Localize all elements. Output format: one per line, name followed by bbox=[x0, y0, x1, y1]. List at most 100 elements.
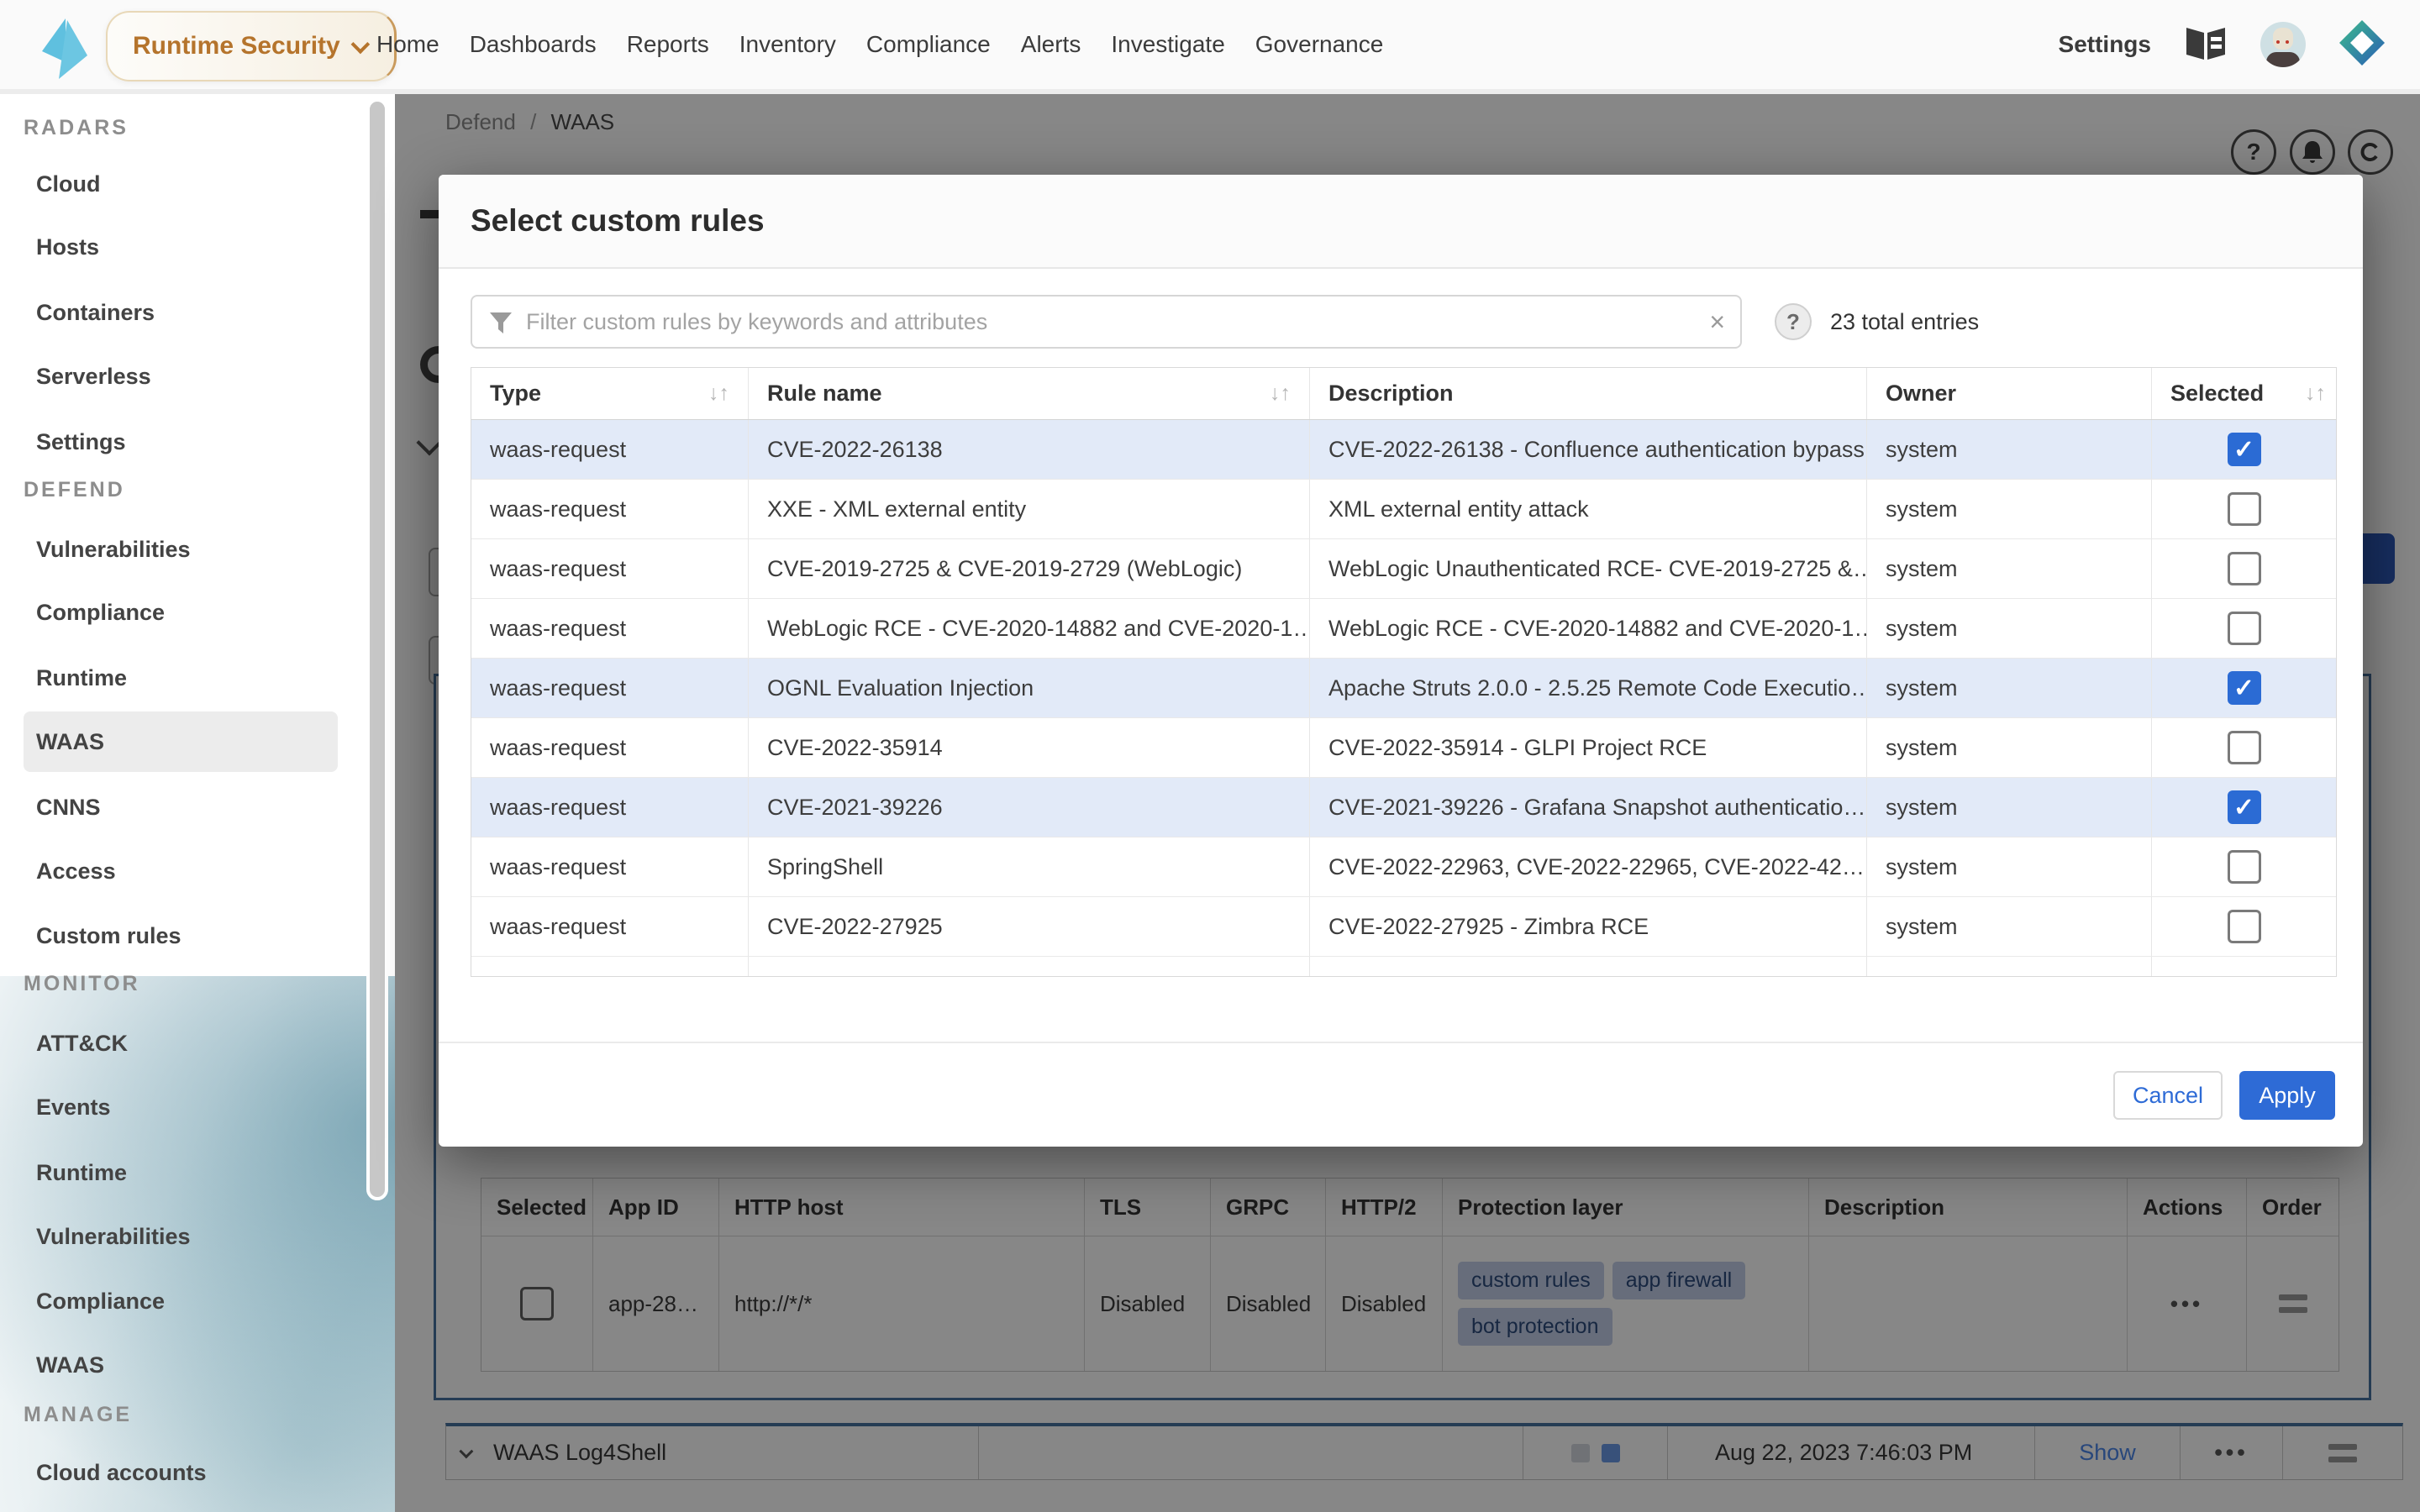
rule-row-5[interactable]: waas-request CVE-2022-35914 CVE-2022-359… bbox=[471, 718, 2336, 778]
sidebar-item-waas-monitor[interactable]: WAAS bbox=[36, 1348, 104, 1382]
nav-item-compliance[interactable]: Compliance bbox=[866, 31, 991, 58]
sidebar-section-manage: MANAGE bbox=[24, 1403, 132, 1427]
prisma-cloud-logo-icon[interactable] bbox=[2339, 20, 2385, 70]
rule-name-cell: SpringShell bbox=[749, 837, 1310, 896]
sidebar-item-cloud-accounts[interactable]: Cloud accounts bbox=[36, 1456, 207, 1489]
owner-cell: system bbox=[1867, 778, 2152, 837]
chevron-down-icon bbox=[350, 35, 370, 55]
sort-icon[interactable]: ↓↑ bbox=[2296, 381, 2326, 406]
apply-button[interactable]: Apply bbox=[2239, 1071, 2335, 1120]
description-cell bbox=[1310, 957, 1867, 977]
app-screen: Runtime Security Home Dashboards Reports… bbox=[0, 0, 2420, 1512]
rule-row-4[interactable]: waas-request OGNL Evaluation Injection A… bbox=[471, 659, 2336, 718]
owner-cell: system bbox=[1867, 420, 2152, 479]
sort-icon[interactable]: ↓↑ bbox=[700, 381, 729, 406]
rule-row-7[interactable]: waas-request SpringShell CVE-2022-22963,… bbox=[471, 837, 2336, 897]
row-checkbox-checked[interactable]: ✓ bbox=[2228, 671, 2261, 705]
description-cell: CVE-2022-22963, CVE-2022-22965, CVE-2022… bbox=[1310, 837, 1867, 896]
sidebar-item-waas-selected[interactable]: WAAS bbox=[24, 711, 338, 772]
settings-link[interactable]: Settings bbox=[2059, 31, 2151, 58]
row-checkbox-unchecked[interactable] bbox=[2228, 552, 2261, 585]
sidebar-section-radars: RADARS bbox=[24, 116, 129, 140]
type-cell: waas-request bbox=[471, 539, 749, 598]
rule-name-cell: CVE-2022-27925 bbox=[749, 897, 1310, 956]
rule-name-cell: OGNL Evaluation Injection bbox=[749, 659, 1310, 717]
row-checkbox-unchecked[interactable] bbox=[2228, 731, 2261, 764]
sidebar: RADARS Cloud Hosts Containers Serverless… bbox=[0, 94, 395, 1512]
sidebar-item-access[interactable]: Access bbox=[36, 854, 116, 888]
sidebar-item-runtime-monitor[interactable]: Runtime bbox=[36, 1156, 127, 1189]
nav-item-inventory[interactable]: Inventory bbox=[739, 31, 836, 58]
column-header-owner: Owner bbox=[1867, 368, 2152, 419]
sidebar-item-runtime[interactable]: Runtime bbox=[36, 661, 127, 695]
sort-icon[interactable]: ↓↑ bbox=[1261, 381, 1291, 406]
description-cell: WebLogic Unauthenticated RCE- CVE-2019-2… bbox=[1310, 539, 1867, 598]
sidebar-item-compliance[interactable]: Compliance bbox=[36, 596, 165, 629]
description-cell: CVE-2022-35914 - GLPI Project RCE bbox=[1310, 718, 1867, 777]
sidebar-item-settings[interactable]: Settings bbox=[36, 425, 126, 459]
row-checkbox-checked[interactable]: ✓ bbox=[2228, 790, 2261, 824]
rules-table-header-row: Type↓↑ Rule name↓↑ Description Owner Sel… bbox=[471, 368, 2336, 420]
type-cell: waas-request bbox=[471, 599, 749, 658]
rule-row-8[interactable]: waas-request CVE-2022-27925 CVE-2022-279… bbox=[471, 897, 2336, 957]
column-header-description: Description bbox=[1310, 368, 1867, 419]
sidebar-item-cnns[interactable]: CNNS bbox=[36, 790, 101, 824]
description-cell: XML external entity attack bbox=[1310, 480, 1867, 538]
rule-name-cell: CVE-2022-35914 bbox=[749, 718, 1310, 777]
sidebar-item-containers[interactable]: Containers bbox=[36, 296, 155, 329]
description-cell: WebLogic RCE - CVE-2020-14882 and CVE-20… bbox=[1310, 599, 1867, 658]
filter-help-icon[interactable]: ? bbox=[1775, 303, 1812, 340]
nav-item-governance[interactable]: Governance bbox=[1255, 31, 1384, 58]
column-header-rule-name[interactable]: Rule name↓↑ bbox=[749, 368, 1310, 419]
row-checkbox-unchecked[interactable] bbox=[2228, 910, 2261, 943]
row-checkbox-unchecked[interactable] bbox=[2228, 492, 2261, 526]
sidebar-item-cloud[interactable]: Cloud bbox=[36, 167, 100, 201]
product-switcher[interactable]: Runtime Security bbox=[106, 11, 397, 81]
rule-name-cell: CVE-2021-39226 bbox=[749, 778, 1310, 837]
sidebar-item-serverless[interactable]: Serverless bbox=[36, 360, 151, 393]
sidebar-scrollbar-thumb[interactable] bbox=[366, 98, 388, 1200]
column-header-type[interactable]: Type↓↑ bbox=[471, 368, 749, 419]
product-switcher-label: Runtime Security bbox=[133, 32, 340, 60]
rule-name-cell: CVE-2019-2725 & CVE-2019-2729 (WebLogic) bbox=[749, 539, 1310, 598]
nav-item-investigate[interactable]: Investigate bbox=[1111, 31, 1224, 58]
rule-row-3[interactable]: waas-request WebLogic RCE - CVE-2020-148… bbox=[471, 599, 2336, 659]
filter-input[interactable] bbox=[526, 297, 1686, 347]
documentation-book-icon[interactable] bbox=[2185, 24, 2227, 66]
type-cell: waas-request bbox=[471, 480, 749, 538]
sidebar-item-hosts[interactable]: Hosts bbox=[36, 230, 99, 264]
type-cell: waas-request bbox=[471, 659, 749, 717]
rule-row-2[interactable]: waas-request CVE-2019-2725 & CVE-2019-27… bbox=[471, 539, 2336, 599]
clear-filter-icon[interactable]: × bbox=[1709, 307, 1725, 338]
sidebar-item-vulnerabilities-monitor[interactable]: Vulnerabilities bbox=[36, 1220, 191, 1253]
row-checkbox-checked[interactable]: ✓ bbox=[2228, 433, 2261, 466]
top-navigation-bar: Runtime Security Home Dashboards Reports… bbox=[0, 0, 2420, 94]
sidebar-item-events[interactable]: Events bbox=[36, 1090, 111, 1124]
owner-cell: system bbox=[1867, 480, 2152, 538]
rule-row-6[interactable]: waas-request CVE-2021-39226 CVE-2021-392… bbox=[471, 778, 2336, 837]
sidebar-item-compliance-monitor[interactable]: Compliance bbox=[36, 1284, 165, 1318]
row-checkbox-unchecked[interactable] bbox=[2228, 850, 2261, 884]
type-cell: waas-request bbox=[471, 718, 749, 777]
type-cell bbox=[471, 957, 749, 977]
column-header-selected[interactable]: Selected↓↑ bbox=[2152, 368, 2336, 419]
cancel-button[interactable]: Cancel bbox=[2113, 1071, 2223, 1120]
rule-row-0[interactable]: waas-request CVE-2022-26138 CVE-2022-261… bbox=[471, 420, 2336, 480]
rule-name-cell: XXE - XML external entity bbox=[749, 480, 1310, 538]
sidebar-item-attack[interactable]: ATT&CK bbox=[36, 1026, 128, 1060]
sidebar-item-vulnerabilities[interactable]: Vulnerabilities bbox=[36, 533, 191, 566]
nav-item-home[interactable]: Home bbox=[376, 31, 439, 58]
nav-item-reports[interactable]: Reports bbox=[627, 31, 709, 58]
custom-rules-table: Type↓↑ Rule name↓↑ Description Owner Sel… bbox=[471, 367, 2337, 977]
dialog-footer: Cancel Apply bbox=[439, 1042, 2363, 1147]
rule-row-1[interactable]: waas-request XXE - XML external entity X… bbox=[471, 480, 2336, 539]
owner-cell: system bbox=[1867, 897, 2152, 956]
sidebar-item-custom-rules[interactable]: Custom rules bbox=[36, 919, 182, 953]
user-avatar[interactable] bbox=[2260, 22, 2306, 67]
row-checkbox-unchecked[interactable] bbox=[2228, 612, 2261, 645]
nav-item-alerts[interactable]: Alerts bbox=[1021, 31, 1081, 58]
topbar-right-cluster: Settings bbox=[2059, 0, 2385, 89]
select-custom-rules-dialog: Select custom rules × ? 23 total entries… bbox=[439, 175, 2363, 1147]
rule-row-partial[interactable] bbox=[471, 957, 2336, 977]
nav-item-dashboards[interactable]: Dashboards bbox=[470, 31, 597, 58]
